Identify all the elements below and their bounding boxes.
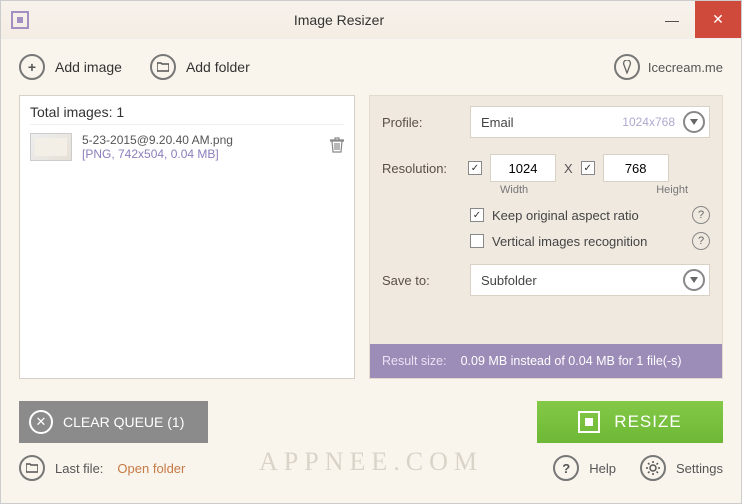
width-sublabel: Width (500, 184, 528, 196)
last-file-label: Last file: (55, 461, 103, 476)
clear-queue-button[interactable]: ✕ CLEAR QUEUE (1) (19, 401, 208, 443)
vertical-rec-checkbox[interactable] (470, 234, 484, 248)
height-sublabel: Height (656, 184, 688, 196)
window-controls: — ✕ (649, 1, 741, 38)
keep-ratio-checkbox[interactable]: ✓ (470, 208, 484, 222)
resize-label: RESIZE (614, 412, 681, 432)
by-label: X (564, 161, 573, 176)
folder-icon (19, 455, 45, 481)
profile-row: Profile: Email 1024x768 (370, 96, 722, 148)
status-row: Last file: Open folder ? Help Settings (19, 455, 723, 481)
app-icon (11, 11, 29, 29)
clear-queue-label: CLEAR QUEUE (1) (63, 414, 184, 430)
profile-dropdown[interactable]: Email 1024x768 (470, 106, 710, 138)
icecream-icon (614, 54, 640, 80)
save-to-dropdown[interactable]: Subfolder (470, 264, 710, 296)
close-icon: ✕ (29, 410, 53, 434)
help-icon: ? (553, 455, 579, 481)
file-name: 5-23-2015@9.20.40 AM.png (82, 133, 233, 147)
bottom-area: ✕ CLEAR QUEUE (1) RESIZE Last file: Open… (1, 391, 741, 503)
plus-icon: + (19, 54, 45, 80)
settings-panel: Profile: Email 1024x768 Resolution: ✓ 10… (369, 95, 723, 379)
delete-item-button[interactable] (330, 137, 344, 158)
minimize-button[interactable]: — (649, 1, 695, 38)
title-bar: Image Resizer — ✕ (1, 1, 741, 39)
brand-link[interactable]: Icecream.me (614, 54, 723, 80)
add-image-button[interactable]: + Add image (19, 54, 122, 80)
help-link[interactable]: Help (589, 461, 616, 476)
vertical-rec-label: Vertical images recognition (492, 234, 647, 249)
profile-value: Email (481, 115, 514, 130)
settings-link[interactable]: Settings (676, 461, 723, 476)
save-to-label: Save to: (382, 273, 460, 288)
result-text: 0.09 MB instead of 0.04 MB for 1 file(-s… (461, 354, 682, 368)
image-list: Total images: 1 5-23-2015@9.20.40 AM.png… (19, 95, 355, 379)
total-images-label: Total images: 1 (30, 104, 344, 125)
file-info: 5-23-2015@9.20.40 AM.png [PNG, 742x504, … (82, 133, 233, 161)
thumbnail-icon (30, 133, 72, 161)
profile-dimensions: 1024x768 (622, 115, 675, 129)
help-icon[interactable]: ? (692, 206, 710, 224)
action-row: ✕ CLEAR QUEUE (1) RESIZE (19, 401, 723, 443)
width-checkbox[interactable]: ✓ (468, 161, 482, 175)
resize-icon (578, 411, 600, 433)
height-checkbox[interactable]: ✓ (581, 161, 595, 175)
brand-label: Icecream.me (648, 60, 723, 75)
profile-label: Profile: (382, 115, 460, 130)
width-input[interactable]: 1024 (490, 154, 556, 182)
main-area: Total images: 1 5-23-2015@9.20.40 AM.png… (1, 95, 741, 391)
keep-ratio-row[interactable]: ✓ Keep original aspect ratio ? (370, 202, 722, 228)
help-icon[interactable]: ? (692, 232, 710, 250)
save-to-value: Subfolder (481, 273, 537, 288)
close-button[interactable]: ✕ (695, 1, 741, 38)
chevron-down-icon (683, 269, 705, 291)
height-input[interactable]: 768 (603, 154, 669, 182)
save-to-row: Save to: Subfolder (370, 254, 722, 306)
add-folder-label: Add folder (186, 59, 250, 75)
add-folder-button[interactable]: Add folder (150, 54, 250, 80)
resolution-label: Resolution: (382, 161, 460, 176)
resolution-row: Resolution: ✓ 1024 X ✓ 768 (370, 148, 722, 184)
add-image-label: Add image (55, 59, 122, 75)
left-pane: Total images: 1 5-23-2015@9.20.40 AM.png… (19, 95, 355, 379)
open-folder-link[interactable]: Open folder (117, 461, 185, 476)
vertical-rec-row[interactable]: Vertical images recognition ? (370, 228, 722, 254)
file-meta: [PNG, 742x504, 0.04 MB] (82, 147, 233, 161)
window-title: Image Resizer (29, 12, 649, 28)
folder-icon (150, 54, 176, 80)
result-label: Result size: (382, 354, 447, 368)
right-pane: Profile: Email 1024x768 Resolution: ✓ 10… (369, 95, 723, 379)
resolution-sublabels: Width Height (370, 184, 722, 202)
result-bar: Result size: 0.09 MB instead of 0.04 MB … (370, 344, 722, 378)
toolbar: + Add image Add folder Icecream.me (1, 39, 741, 95)
list-item[interactable]: 5-23-2015@9.20.40 AM.png [PNG, 742x504, … (30, 125, 344, 169)
chevron-down-icon (683, 111, 705, 133)
gear-icon (640, 455, 666, 481)
app-window: Image Resizer — ✕ + Add image Add folder… (0, 0, 742, 504)
keep-ratio-label: Keep original aspect ratio (492, 208, 639, 223)
resize-button[interactable]: RESIZE (537, 401, 723, 443)
